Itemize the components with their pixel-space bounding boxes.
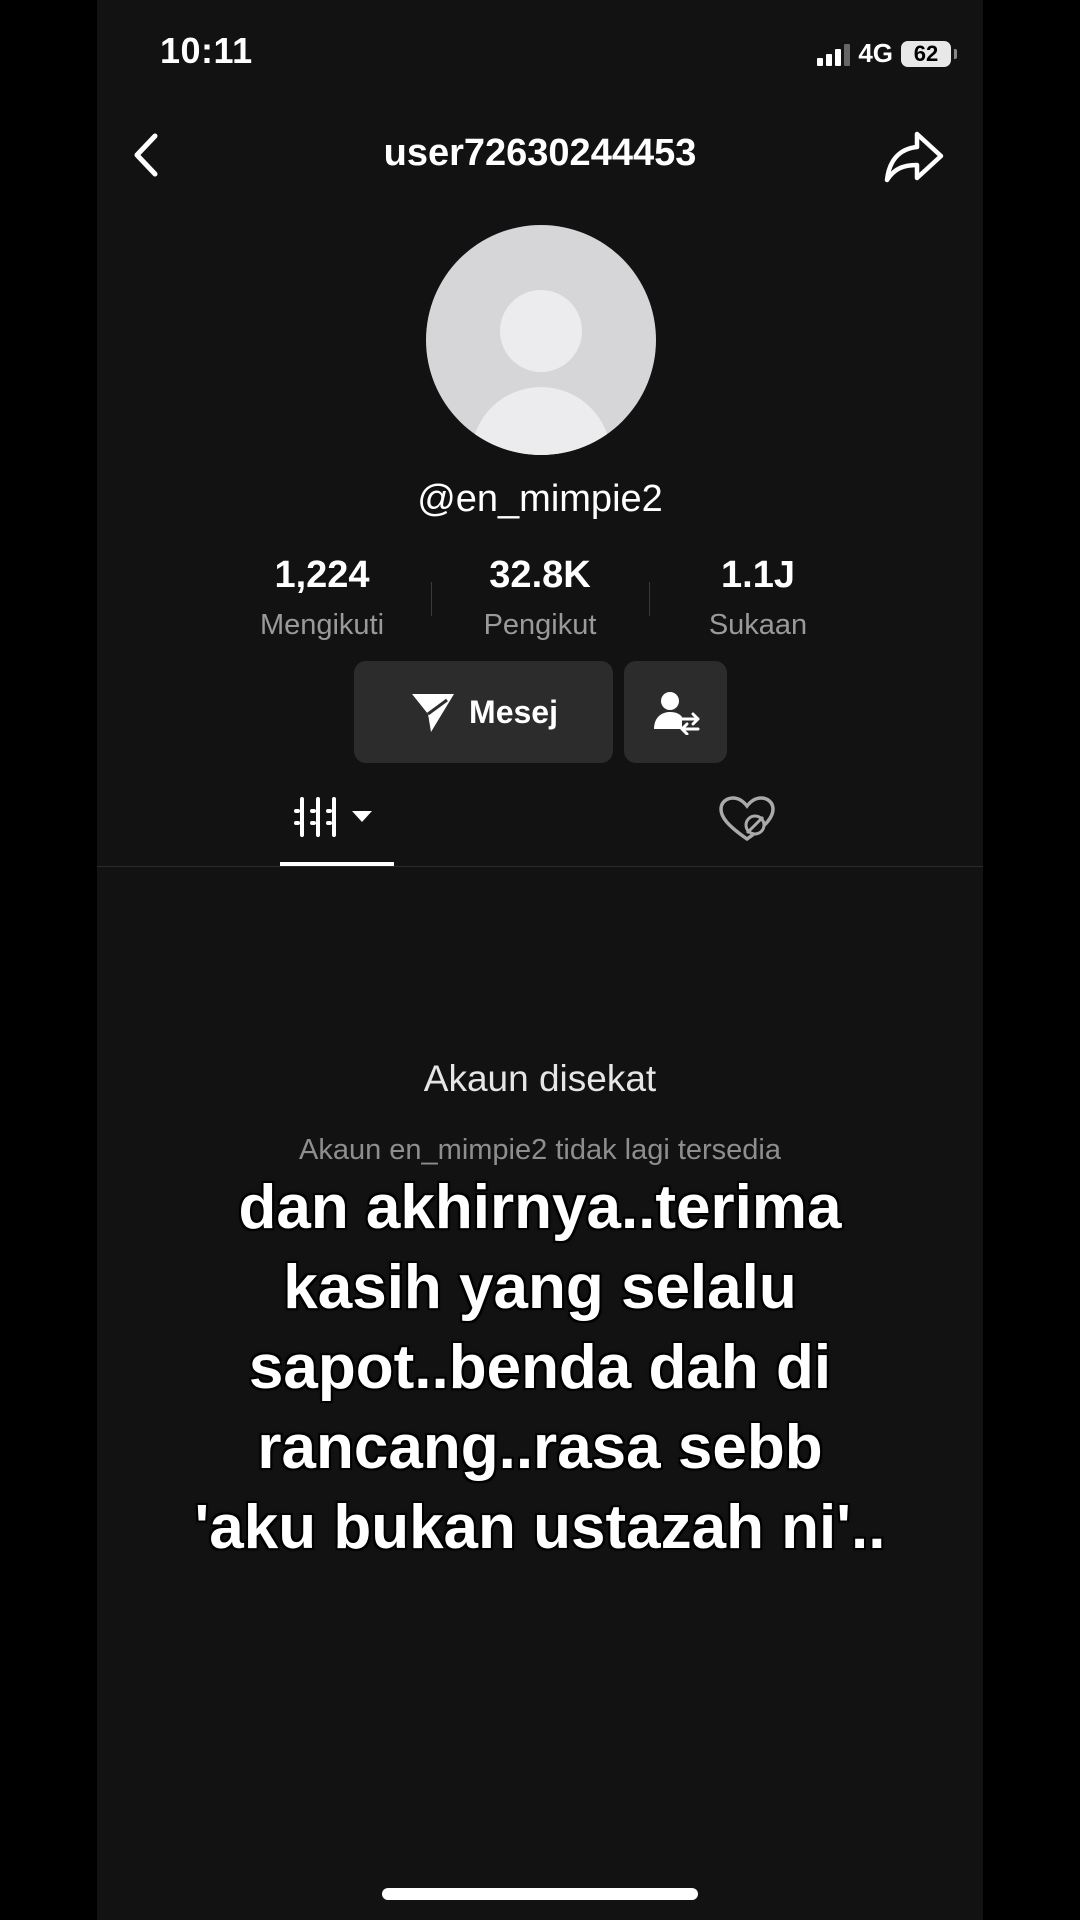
avatar[interactable] xyxy=(426,225,656,455)
hidden-liked-icon xyxy=(719,796,775,842)
battery-icon: 62 xyxy=(901,40,957,67)
status-icons: 4G 62 xyxy=(817,38,957,69)
stat-label: Pengikut xyxy=(483,609,597,641)
stat-label: Mengikuti xyxy=(259,609,385,641)
signal-icon xyxy=(817,42,851,66)
caption-line: kasih yang selalu xyxy=(283,1253,797,1322)
message-button[interactable]: Mesej xyxy=(354,661,613,763)
stat-label: Sukaan xyxy=(708,609,808,641)
battery-level: 62 xyxy=(913,40,939,66)
stat-following[interactable]: 1,224 Mengikuti xyxy=(213,554,431,642)
send-icon xyxy=(412,694,455,732)
page-title: user72630244453 xyxy=(383,132,697,174)
message-button-label: Mesej xyxy=(469,693,558,730)
videos-tab[interactable] xyxy=(280,795,394,865)
stat-followers[interactable]: 32.8K Pengikut xyxy=(431,554,649,642)
follow-back-button[interactable] xyxy=(624,661,727,763)
user-swap-icon xyxy=(653,692,699,735)
caption-line: 'aku bukan ustazah ni'.. xyxy=(194,1493,886,1562)
stat-value: 1.1J xyxy=(721,554,795,596)
share-button[interactable] xyxy=(883,128,945,184)
home-indicator[interactable] xyxy=(382,1888,698,1900)
tab-divider xyxy=(97,866,983,867)
status-time: 10:11 xyxy=(160,30,253,71)
profile-username: @en_mimpie2 xyxy=(417,478,663,520)
avatar-head-shape xyxy=(500,290,582,372)
caption-line: rancang..rasa sebb xyxy=(257,1413,823,1482)
profile-screen: 10:11 4G 62 user72630244453 @en_mimpie2 … xyxy=(97,0,983,1920)
profile-stats: 1,224 Mengikuti 32.8K Pengikut 1.1J Suka… xyxy=(97,554,983,642)
network-type: 4G xyxy=(858,38,893,68)
stat-value: 1,224 xyxy=(274,554,370,596)
caption-line: dan akhirnya..terima xyxy=(238,1173,842,1242)
grid-icon xyxy=(294,797,372,837)
blocked-title: Akaun disekat xyxy=(423,1058,657,1099)
avatar-body-shape xyxy=(471,387,611,455)
stat-likes[interactable]: 1.1J Sukaan xyxy=(649,554,867,642)
stat-value: 32.8K xyxy=(489,554,591,596)
caption-line: sapot..benda dah di xyxy=(248,1333,832,1402)
overlay-caption: dan akhirnya..terima kasih yang selalu s… xyxy=(97,1168,983,1568)
blocked-description: Akaun en_mimpie2 tidak lagi tersedia xyxy=(299,1134,781,1166)
liked-tab[interactable] xyxy=(717,795,777,845)
share-icon xyxy=(884,131,944,183)
